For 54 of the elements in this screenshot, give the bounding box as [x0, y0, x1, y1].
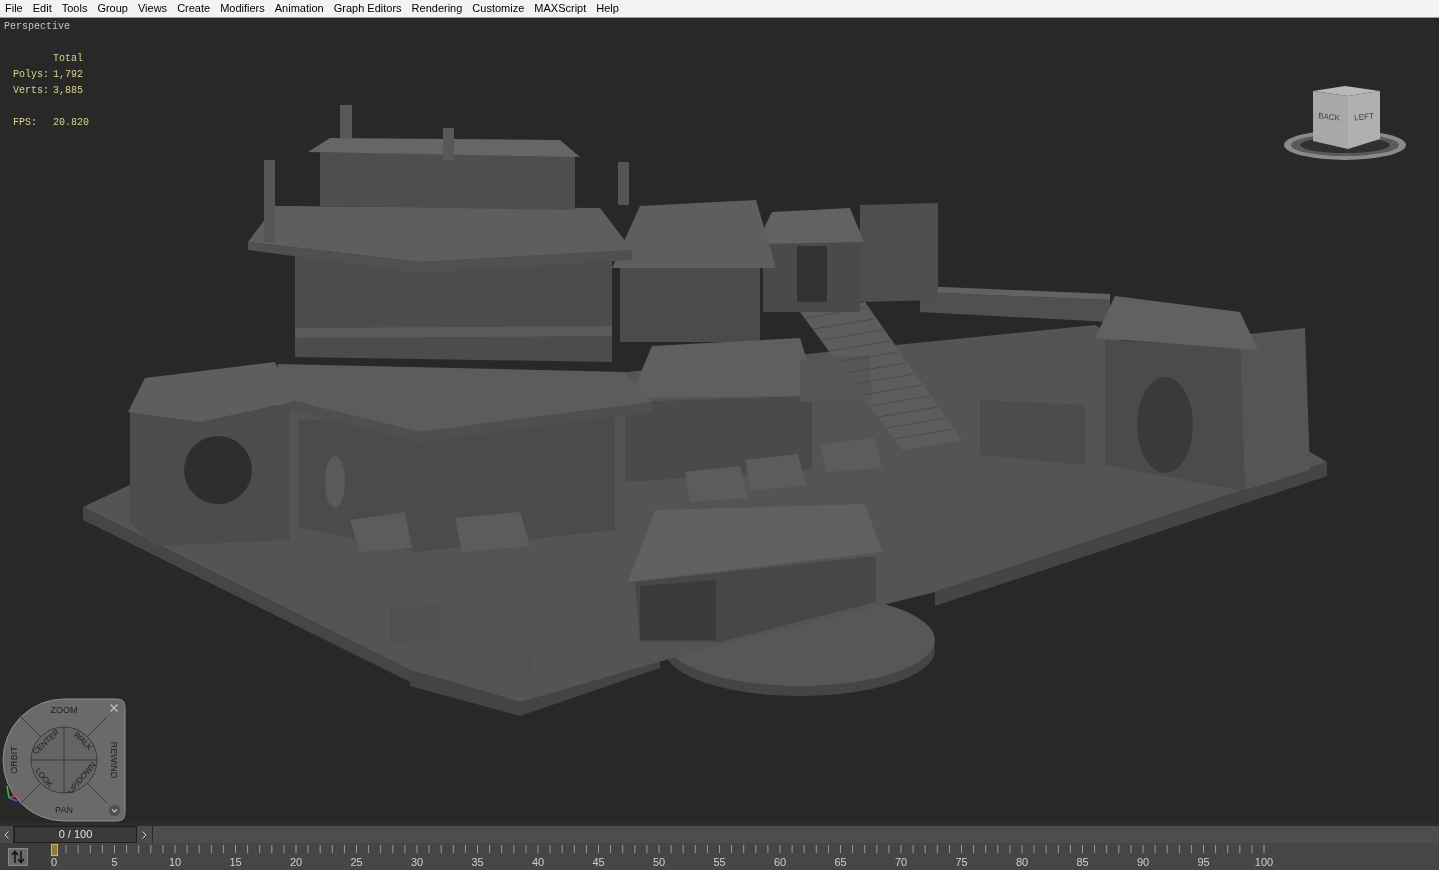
- menu-item[interactable]: Edit: [27, 0, 57, 17]
- current-frame-marker[interactable]: [51, 844, 58, 856]
- frame-number: 10: [168, 856, 182, 869]
- stat-label: Verts:: [13, 84, 50, 98]
- menu-item[interactable]: Animation: [269, 0, 329, 17]
- frame-number: 40: [531, 856, 545, 869]
- stat-value: 20.820: [53, 116, 89, 130]
- menu-item[interactable]: Customize: [467, 0, 530, 17]
- cube-face-label[interactable]: BACK: [1317, 111, 1341, 123]
- chevron-right-icon: [142, 830, 147, 839]
- frame-number: 0: [50, 856, 58, 869]
- frame-number: 50: [652, 856, 666, 869]
- stat-label: FPS:: [13, 116, 38, 130]
- menu-item[interactable]: Rendering: [406, 0, 468, 17]
- menu-item[interactable]: File: [0, 0, 28, 17]
- frame-number: 15: [229, 856, 242, 869]
- caret-down-icon[interactable]: [109, 805, 120, 816]
- frame-number: 95: [1197, 856, 1210, 869]
- stat-value: 3,885: [53, 84, 84, 98]
- viewport-label[interactable]: Perspective: [4, 21, 70, 33]
- close-icon[interactable]: [110, 704, 118, 712]
- frame-number: 70: [894, 856, 908, 869]
- up-down-arrows-icon[interactable]: [8, 847, 28, 866]
- frame-number: 100: [1254, 856, 1274, 869]
- view-cube[interactable]: [1283, 85, 1407, 161]
- stat-value: 1,792: [53, 68, 84, 82]
- menu-item[interactable]: Tools: [56, 0, 93, 17]
- frame-number: 60: [773, 856, 787, 869]
- steering-wheel[interactable]: [2, 698, 126, 822]
- frame-number: 35: [471, 856, 484, 869]
- frame-number: 90: [1136, 856, 1150, 869]
- menu-item[interactable]: MAXScript: [529, 0, 592, 17]
- menu-item[interactable]: Modifiers: [215, 0, 270, 17]
- frame-number: 45: [592, 856, 605, 869]
- menu-item[interactable]: Graph Editors: [328, 0, 407, 17]
- frame-number: 80: [1015, 856, 1029, 869]
- time-slider-thumb[interactable]: 0 / 100: [14, 826, 137, 843]
- frame-number: 55: [713, 856, 726, 869]
- chevron-left-icon: [4, 830, 9, 839]
- frame-number: 85: [1076, 856, 1089, 869]
- cube-face-label[interactable]: LEFT: [1353, 111, 1375, 123]
- frame-number: 30: [410, 856, 424, 869]
- frame-number: 25: [350, 856, 363, 869]
- frame-number: 75: [955, 856, 968, 869]
- frame-number: 65: [834, 856, 847, 869]
- stats-header: Total: [53, 52, 84, 66]
- axis-tripod-icon: [5, 784, 23, 802]
- menu-item[interactable]: Create: [172, 0, 216, 17]
- menu-item[interactable]: Help: [591, 0, 624, 17]
- stat-label: Polys:: [13, 68, 50, 82]
- frame-number: 20: [289, 856, 303, 869]
- menu-item[interactable]: Group: [92, 0, 133, 17]
- menu-item[interactable]: Views: [132, 0, 173, 17]
- frame-number: 5: [111, 856, 118, 869]
